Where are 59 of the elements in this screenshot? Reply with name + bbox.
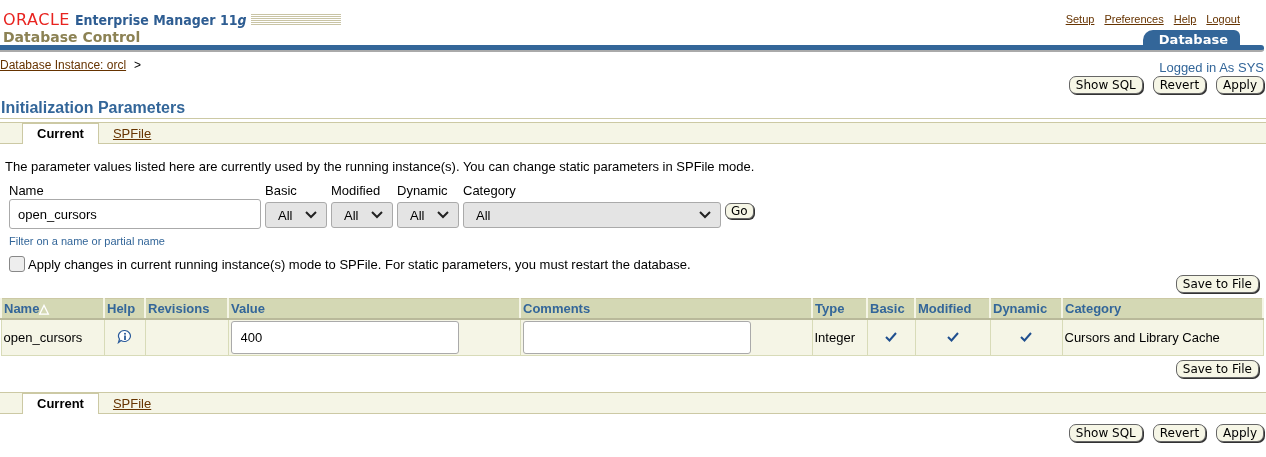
global-link[interactable]: Preferences [1104, 13, 1164, 25]
column-header[interactable]: Type [812, 298, 867, 319]
go-button[interactable]: Go [725, 203, 754, 219]
checkbox[interactable] [9, 256, 25, 272]
field-hint: Filter on a name or partial name [9, 235, 166, 247]
column-header[interactable]: Value [228, 298, 520, 319]
table-cell: Cursors and Library Cache [1062, 319, 1263, 356]
column-header[interactable]: Modified [915, 298, 990, 319]
chevron-icon [305, 211, 317, 219]
action-button[interactable]: Revert [1152, 76, 1207, 94]
info-icon[interactable] [116, 328, 133, 344]
product-subtitle: Database Control [3, 29, 142, 45]
breadcrumb-separator: > [134, 58, 142, 74]
action-button[interactable]: Apply [1216, 76, 1264, 94]
breadcrumb-link[interactable]: Database Instance: orcl [0, 58, 127, 94]
chevron-icon [371, 211, 383, 219]
dropdown[interactable]: All [463, 202, 721, 228]
chevron-icon [437, 211, 449, 219]
tab[interactable]: Current [22, 123, 99, 144]
action-button[interactable]: Apply [1216, 424, 1264, 442]
product-name: Enterprise Manager 11g [74, 11, 247, 28]
save-button[interactable]: Save to File [1175, 275, 1259, 293]
field-label: Dynamic [397, 184, 449, 198]
action-button[interactable]: Show SQL [1068, 76, 1143, 94]
field-label: Basic [265, 184, 298, 198]
table-cell: Integer [812, 319, 867, 356]
tab[interactable]: SPFile [98, 124, 166, 143]
column-header[interactable]: Basic [867, 298, 915, 319]
database-tab[interactable]: Database [1142, 30, 1240, 48]
column-header[interactable]: Name△ [1, 298, 104, 319]
column-header[interactable]: Comments [520, 298, 812, 319]
field-label: Name [9, 184, 45, 198]
column-header[interactable]: Dynamic [990, 298, 1062, 319]
tab[interactable]: SPFile [98, 394, 166, 413]
field-label: Category [463, 184, 517, 198]
dropdown[interactable]: All [331, 202, 393, 228]
description-text: The parameter values listed here are currently used by the running instance(s). You can change static parameters in SPFile mode. [5, 159, 756, 174]
global-link[interactable]: Setup [1065, 13, 1095, 25]
login-status: Logged in As SYS [1159, 60, 1264, 75]
table-cell: open_cursors [1, 319, 104, 356]
save-button[interactable]: Save to File [1175, 360, 1259, 378]
oracle-logo: ORACLE [3, 10, 70, 29]
global-link[interactable]: Help [1173, 13, 1197, 25]
page-title: Initialization Parameters [0, 99, 1266, 119]
tab[interactable]: Current [22, 393, 99, 414]
comments-field[interactable] [522, 321, 751, 354]
name-field[interactable]: open_cursors [9, 199, 261, 229]
checkbox-label: Apply changes in current running instance(s) mode to SPFile. For static parameters, you must restart the database. [28, 256, 691, 272]
column-header[interactable]: Revisions [145, 298, 228, 319]
dropdown[interactable]: All [397, 202, 459, 228]
action-button[interactable]: Show SQL [1068, 424, 1143, 442]
column-header[interactable]: Category [1062, 298, 1263, 319]
column-header[interactable]: Help [104, 298, 145, 319]
value-field[interactable]: 400 [230, 321, 459, 354]
dropdown[interactable]: All [265, 202, 327, 228]
global-link[interactable]: Logout [1206, 13, 1240, 25]
action-button[interactable]: Revert [1152, 424, 1207, 442]
chevron-icon [699, 211, 711, 219]
field-label: Modified [331, 184, 382, 198]
